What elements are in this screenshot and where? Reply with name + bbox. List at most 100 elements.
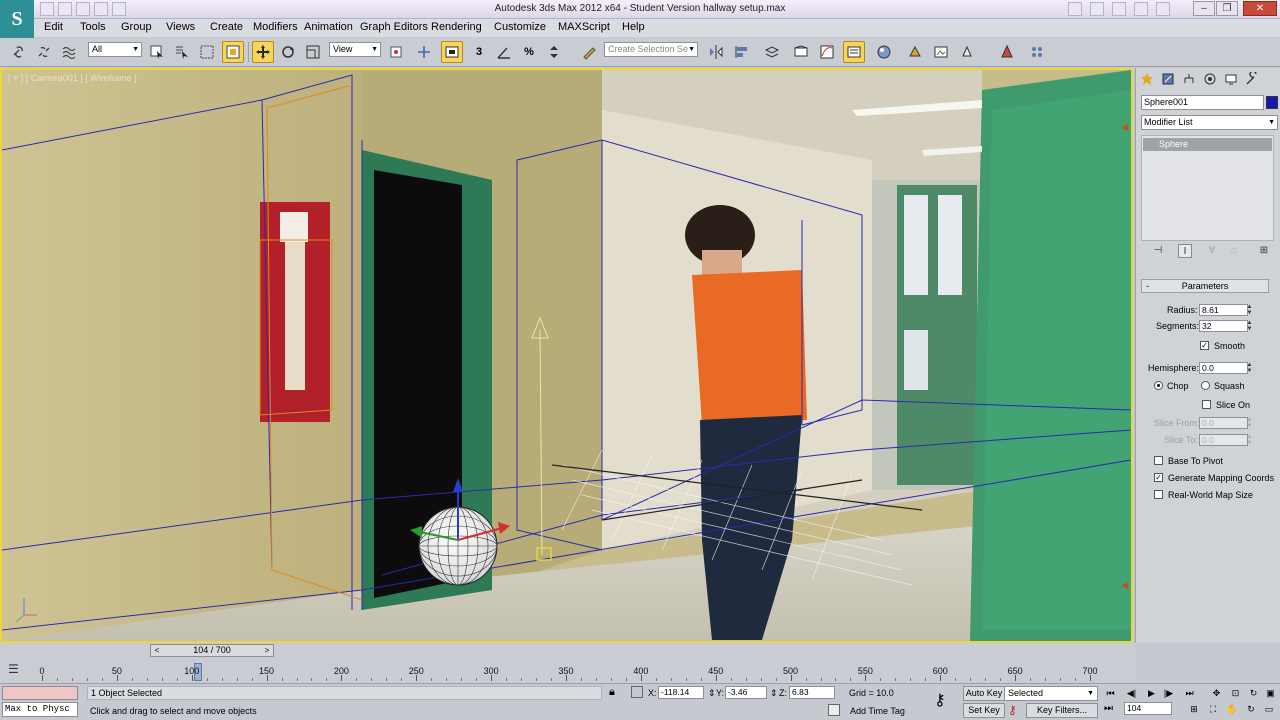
maximize-viewport-icon[interactable]: ▣ bbox=[1262, 687, 1279, 700]
menu-graph-editors[interactable]: Graph Editors bbox=[360, 21, 428, 33]
select-by-name-icon[interactable] bbox=[171, 41, 193, 63]
open-icon[interactable] bbox=[58, 2, 72, 16]
create-tab-icon[interactable] bbox=[1138, 70, 1156, 88]
x-coordinate-field[interactable]: -118.14 bbox=[658, 686, 704, 699]
hierarchy-tab-icon[interactable] bbox=[1180, 70, 1198, 88]
spinner-arrows-icon[interactable]: ▲ ▼ bbox=[1246, 362, 1253, 374]
graphite-toolbar-icon[interactable] bbox=[790, 41, 812, 63]
bind-space-warp-icon[interactable] bbox=[58, 41, 80, 63]
display-tab-icon[interactable] bbox=[1222, 70, 1240, 88]
pin-stack-icon[interactable]: ⊣ bbox=[1151, 244, 1165, 258]
prev-frame-arrow[interactable]: < bbox=[152, 645, 162, 656]
menu-animation[interactable]: Animation bbox=[304, 21, 353, 33]
modify-tab-icon[interactable] bbox=[1159, 70, 1177, 88]
percent-snap-icon[interactable]: % bbox=[518, 41, 540, 63]
viewport-label[interactable]: [ + ] [ Camera001 ] [ Wireframe ] bbox=[8, 73, 137, 83]
min-max-toggle-icon[interactable]: ▭ bbox=[1261, 703, 1277, 716]
configure-modifier-sets-icon[interactable]: ⊞ bbox=[1257, 244, 1271, 258]
lock-selection-icon[interactable]: 🔒︎ bbox=[609, 686, 615, 699]
menu-tools[interactable]: Tools bbox=[80, 21, 106, 33]
search-icon[interactable] bbox=[1068, 2, 1082, 16]
utilities-tab-icon[interactable] bbox=[1243, 70, 1261, 88]
radius-spinner[interactable]: 8.61 bbox=[1199, 304, 1248, 316]
time-slider[interactable]: < 104 / 700 > bbox=[150, 644, 274, 657]
hemisphere-spinner[interactable]: 0.0 bbox=[1199, 362, 1248, 374]
redo-icon[interactable] bbox=[112, 2, 126, 16]
align-icon[interactable] bbox=[731, 41, 753, 63]
squash-radio[interactable] bbox=[1201, 381, 1210, 390]
menu-group[interactable]: Group bbox=[121, 21, 152, 33]
manipulate-icon[interactable] bbox=[413, 41, 435, 63]
asset-tracking-icon[interactable] bbox=[1026, 41, 1048, 63]
current-frame-field[interactable]: 104 bbox=[1124, 702, 1172, 715]
time-configuration-icon[interactable]: ⊞ bbox=[1186, 703, 1202, 716]
slice-on-checkbox[interactable] bbox=[1202, 400, 1211, 409]
unlink-icon[interactable] bbox=[33, 41, 55, 63]
previous-frame-icon[interactable]: ◀| bbox=[1123, 687, 1140, 700]
key-mode-toggle-icon[interactable]: ⏭ bbox=[1104, 703, 1113, 714]
camera-viewport[interactable]: [ + ] [ Camera001 ] [ Wireframe ] ◀ ◀ bbox=[0, 68, 1133, 643]
menu-create[interactable]: Create bbox=[210, 21, 243, 33]
favorites-icon[interactable] bbox=[1134, 2, 1148, 16]
app-logo-icon[interactable]: S bbox=[0, 0, 34, 38]
select-and-move-icon[interactable] bbox=[252, 41, 274, 63]
window-crossing-icon[interactable] bbox=[222, 41, 244, 63]
next-frame-arrow[interactable]: > bbox=[262, 645, 272, 656]
named-selection-sets-field[interactable]: Create Selection Se ▼ bbox=[604, 42, 698, 57]
time-tag-icon[interactable] bbox=[828, 704, 840, 716]
render-in-cloud-icon[interactable] bbox=[996, 41, 1018, 63]
layer-manager-icon[interactable] bbox=[761, 41, 783, 63]
y-spinner-arrows[interactable]: ⇕ bbox=[708, 688, 716, 699]
menu-maxscript[interactable]: MAXScript bbox=[558, 21, 610, 33]
reference-coordinate-dropdown[interactable]: View ▼ bbox=[329, 42, 381, 57]
curve-editor-toggle-icon[interactable]: ☰ bbox=[8, 662, 26, 678]
z-spinner-arrows[interactable]: ⇕ bbox=[770, 688, 778, 699]
menu-edit[interactable]: Edit bbox=[44, 21, 63, 33]
track-bar[interactable]: ☰ 0 50 100 150 200 250 300 350 400 450 500 550 600 65… bbox=[0, 659, 1135, 683]
snap-toggle-icon[interactable]: 3 bbox=[468, 41, 490, 63]
menu-customize[interactable]: Customize bbox=[494, 21, 546, 33]
orbit-camera-icon[interactable]: ↻ bbox=[1243, 703, 1259, 716]
material-editor-icon[interactable] bbox=[873, 41, 895, 63]
maxscript-listener-field[interactable]: Max to Physc bbox=[2, 702, 78, 717]
object-color-swatch[interactable] bbox=[1266, 96, 1278, 109]
select-object-icon[interactable] bbox=[146, 41, 168, 63]
auto-key-button[interactable]: Auto Key bbox=[963, 686, 1005, 701]
segments-spinner[interactable]: 32 bbox=[1199, 320, 1248, 332]
rectangular-selection-icon[interactable] bbox=[196, 41, 218, 63]
undo-icon[interactable] bbox=[94, 2, 108, 16]
selection-filter-dropdown[interactable]: All ▼ bbox=[88, 42, 142, 57]
edit-named-selection-icon[interactable] bbox=[578, 41, 600, 63]
key-mode-dropdown[interactable]: Selected ▼ bbox=[1004, 686, 1098, 701]
z-coordinate-field[interactable]: 6.83 bbox=[789, 686, 835, 699]
help-icon[interactable] bbox=[1156, 2, 1170, 16]
show-end-result-icon[interactable]: I bbox=[1178, 244, 1192, 258]
menu-rendering[interactable]: Rendering bbox=[431, 21, 482, 33]
communication-icon[interactable] bbox=[1112, 2, 1126, 16]
keyboard-shortcut-override-icon[interactable] bbox=[441, 41, 463, 63]
add-time-tag[interactable]: Add Time Tag bbox=[850, 706, 905, 716]
modifier-list-dropdown[interactable]: Modifier List ▼ bbox=[1141, 115, 1278, 130]
motion-tab-icon[interactable] bbox=[1201, 70, 1219, 88]
maximize-button[interactable]: ❐ bbox=[1216, 1, 1238, 16]
goto-start-icon[interactable]: ⏮ bbox=[1102, 687, 1119, 700]
stack-item-sphere[interactable]: Sphere bbox=[1143, 138, 1272, 151]
select-and-scale-icon[interactable] bbox=[302, 41, 324, 63]
curve-editor-icon[interactable] bbox=[816, 41, 838, 63]
angle-snap-icon[interactable] bbox=[493, 41, 515, 63]
close-button[interactable]: ✕ bbox=[1243, 1, 1277, 16]
menu-help[interactable]: Help bbox=[622, 21, 645, 33]
play-icon[interactable]: ▶ bbox=[1143, 687, 1160, 700]
info-center-icon[interactable] bbox=[1090, 2, 1104, 16]
mirror-icon[interactable] bbox=[705, 41, 727, 63]
y-coordinate-field[interactable]: -3.46 bbox=[725, 686, 767, 699]
minimize-button[interactable]: – bbox=[1193, 1, 1215, 16]
pan-view-icon[interactable]: ✥ bbox=[1208, 687, 1225, 700]
absolute-mode-icon[interactable] bbox=[631, 686, 643, 698]
next-frame-icon[interactable]: |▶ bbox=[1160, 687, 1177, 700]
link-icon[interactable] bbox=[8, 41, 30, 63]
menu-views[interactable]: Views bbox=[166, 21, 195, 33]
smooth-checkbox[interactable]: ✓ bbox=[1200, 341, 1209, 350]
pivot-center-icon[interactable] bbox=[385, 41, 407, 63]
new-icon[interactable] bbox=[40, 2, 54, 16]
